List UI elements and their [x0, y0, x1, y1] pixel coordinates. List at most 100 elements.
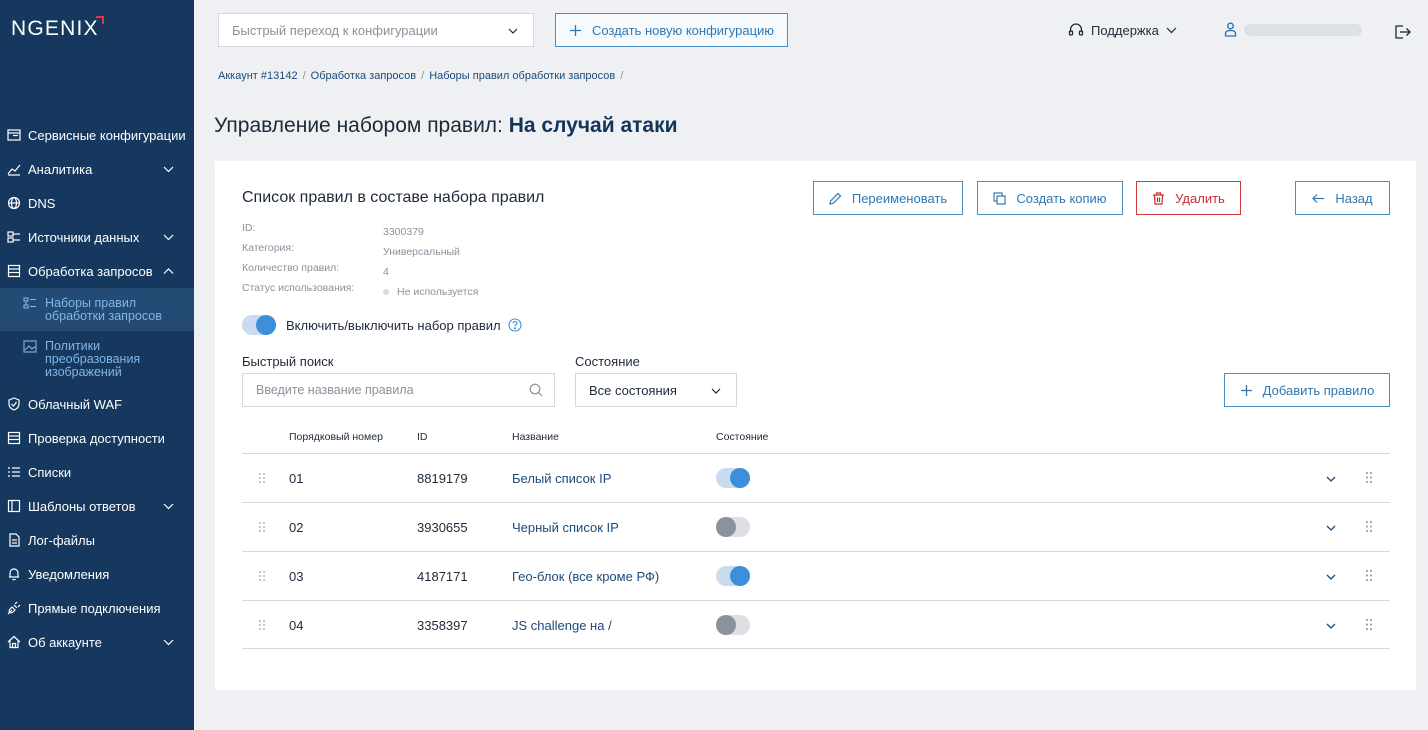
- shield-icon: [7, 397, 21, 411]
- breadcrumb-separator: /: [620, 70, 624, 82]
- sidebar-item-request-processing[interactable]: Обработка запросов: [0, 254, 194, 288]
- quick-nav-select[interactable]: Быстрый переход к конфигурации: [218, 13, 534, 47]
- sidebar-item-notifications[interactable]: Уведомления: [0, 557, 194, 591]
- column-header-order: Порядковый номер: [289, 431, 383, 443]
- meta-value: 4: [383, 266, 389, 278]
- list-icon: [7, 465, 21, 479]
- plug-icon: [7, 601, 21, 615]
- sidebar-item-cloud-waf[interactable]: Облачный WAF: [0, 387, 194, 421]
- sidebar-item-service-configs[interactable]: Сервисные конфигурации: [0, 118, 194, 152]
- meta-row: ID: 3300379: [242, 222, 478, 242]
- chevron-down-icon[interactable]: [1325, 620, 1337, 632]
- logo[interactable]: NGENIX: [11, 17, 99, 41]
- sidebar-subitem-image-policies[interactable]: Политики преобразования изображений: [0, 331, 194, 387]
- sidebar-item-response-templates[interactable]: Шаблоны ответов: [0, 489, 194, 523]
- add-rule-label: Добавить правило: [1262, 382, 1375, 398]
- breadcrumb-item[interactable]: Аккаунт #13142: [218, 70, 298, 82]
- user-icon: [1224, 22, 1237, 37]
- sidebar-item-direct-connections[interactable]: Прямые подключения: [0, 591, 194, 625]
- drag-handle-icon[interactable]: [258, 472, 266, 484]
- page-title: Управление набором правил: На случай ата…: [214, 114, 678, 138]
- home-icon: [7, 635, 21, 649]
- meta-row: Категория: Универсальный: [242, 242, 478, 262]
- sidebar-item-label: Об аккаунте: [28, 634, 102, 650]
- rule-state-toggle[interactable]: [716, 566, 750, 586]
- user-menu[interactable]: [1224, 22, 1362, 37]
- toggle-knob: [256, 315, 276, 335]
- state-label: Состояние: [575, 354, 640, 369]
- rule-name-link[interactable]: Гео-блок (все кроме РФ): [512, 569, 659, 584]
- rule-name-link[interactable]: Черный список IP: [512, 520, 619, 535]
- breadcrumb-item[interactable]: Обработка запросов: [311, 70, 416, 82]
- rename-button[interactable]: Переименовать: [813, 181, 963, 215]
- sidebar-item-about-account[interactable]: Об аккаунте: [0, 625, 194, 659]
- breadcrumb-item[interactable]: Наборы правил обработки запросов: [429, 70, 615, 82]
- sidebar-item-availability[interactable]: Проверка доступности: [0, 421, 194, 455]
- chevron-down-icon: [163, 503, 174, 510]
- row-menu-icon[interactable]: [1365, 520, 1373, 533]
- rule-name-link[interactable]: JS challenge на /: [512, 618, 612, 633]
- support-label: Поддержка: [1091, 22, 1159, 38]
- sidebar-item-analytics[interactable]: Аналитика: [0, 152, 194, 186]
- add-rule-button[interactable]: Добавить правило: [1224, 373, 1390, 407]
- meta-value: Не используется: [397, 286, 479, 298]
- meta-value: 3300379: [383, 226, 424, 238]
- drag-handle-icon[interactable]: [258, 521, 266, 533]
- rule-state-toggle[interactable]: [716, 517, 750, 537]
- logout-icon[interactable]: [1394, 24, 1411, 40]
- sidebar: NGENIX Сервисные конфигурации Аналитика …: [0, 0, 194, 730]
- logo-mark: [96, 16, 104, 24]
- sidebar-item-label: Облачный WAF: [28, 396, 123, 412]
- row-menu-icon[interactable]: [1365, 618, 1373, 631]
- sidebar-item-label: Аналитика: [28, 161, 93, 177]
- drag-handle-icon[interactable]: [258, 570, 266, 582]
- copy-label: Создать копию: [1016, 190, 1107, 206]
- chevron-down-icon[interactable]: [1325, 571, 1337, 583]
- back-label: Назад: [1335, 190, 1373, 206]
- help-icon[interactable]: [508, 318, 522, 332]
- delete-button[interactable]: Удалить: [1136, 181, 1241, 215]
- state-select[interactable]: Все состояния: [575, 373, 737, 407]
- delete-label: Удалить: [1175, 190, 1225, 206]
- chevron-down-icon[interactable]: [1325, 522, 1337, 534]
- rule-order: 03: [289, 569, 304, 584]
- row-menu-icon[interactable]: [1365, 471, 1373, 484]
- sidebar-nav: Сервисные конфигурации Аналитика DNS Ист…: [0, 118, 194, 659]
- rule-set-toggle[interactable]: [242, 315, 276, 335]
- chevron-down-icon: [711, 388, 721, 394]
- search-icon[interactable]: [529, 383, 543, 397]
- copy-icon: [993, 191, 1007, 205]
- chevron-down-icon: [163, 166, 174, 173]
- create-config-button[interactable]: Создать новую конфигурацию: [555, 13, 788, 47]
- chevron-down-icon[interactable]: [1325, 473, 1337, 485]
- row-menu-icon[interactable]: [1365, 569, 1373, 582]
- breadcrumb-separator: /: [421, 70, 425, 82]
- rule-name-link[interactable]: Белый список IP: [512, 471, 611, 486]
- rule-state-toggle[interactable]: [716, 615, 750, 635]
- meta-key: Категория:: [242, 242, 295, 254]
- rule-search-input[interactable]: [242, 373, 555, 407]
- sidebar-item-dns[interactable]: DNS: [0, 186, 194, 220]
- copy-button[interactable]: Создать копию: [977, 181, 1123, 215]
- column-header-state: Состояние: [716, 431, 769, 443]
- sidebar-item-label: Шаблоны ответов: [28, 498, 136, 514]
- chevron-down-icon: [163, 234, 174, 241]
- rule-state-toggle[interactable]: [716, 468, 750, 488]
- headset-icon: [1068, 23, 1084, 36]
- drag-handle-icon[interactable]: [258, 619, 266, 631]
- table-row: 04 3358397 JS challenge на /: [242, 600, 1390, 649]
- rule-order: 04: [289, 618, 304, 633]
- sidebar-item-label: Проверка доступности: [28, 430, 165, 446]
- rule-set-toggle-label: Включить/выключить набор правил: [286, 317, 501, 333]
- sidebar-subitem-label-line: изображений: [45, 365, 122, 379]
- sidebar-item-data-sources[interactable]: Источники данных: [0, 220, 194, 254]
- support-menu[interactable]: Поддержка: [1068, 22, 1177, 38]
- quick-nav-placeholder: Быстрый переход к конфигурации: [232, 22, 438, 38]
- sidebar-item-log-files[interactable]: Лог-файлы: [0, 523, 194, 557]
- rule-order: 01: [289, 471, 304, 486]
- sidebar-subitem-rule-sets[interactable]: Наборы правил обработки запросов: [0, 288, 194, 331]
- sidebar-item-lists[interactable]: Списки: [0, 455, 194, 489]
- sidebar-subitem-label-line: обработки запросов: [45, 309, 162, 323]
- back-button[interactable]: Назад: [1295, 181, 1390, 215]
- meta-key: Количество правил:: [242, 262, 340, 274]
